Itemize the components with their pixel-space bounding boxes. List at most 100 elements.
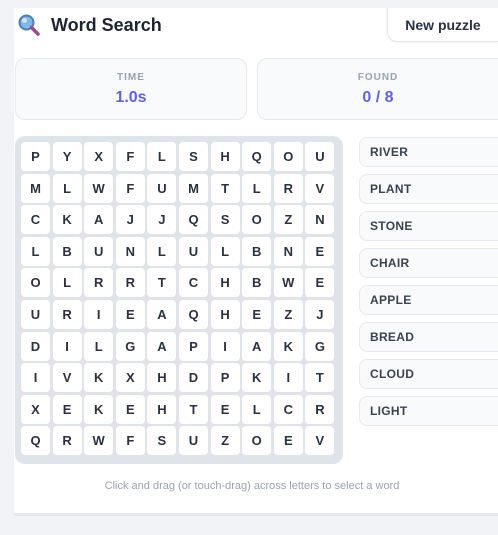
grid-cell[interactable]: V <box>52 363 82 393</box>
grid-cell[interactable]: A <box>242 331 272 361</box>
grid-cell[interactable]: O <box>21 268 50 298</box>
grid-cell[interactable]: K <box>52 205 82 235</box>
grid-cell[interactable]: B <box>242 236 272 266</box>
grid-cell[interactable]: R <box>52 426 82 456</box>
grid-cell[interactable]: H <box>210 300 240 329</box>
grid-cell[interactable]: R <box>273 173 303 203</box>
grid-cell[interactable]: U <box>179 236 208 266</box>
grid-cell[interactable]: I <box>84 300 114 329</box>
grid-cell[interactable]: W <box>84 173 114 203</box>
grid-cell[interactable]: E <box>52 394 82 424</box>
grid-cell[interactable]: L <box>21 236 50 266</box>
grid-cell[interactable]: O <box>242 426 272 456</box>
grid-cell[interactable]: Q <box>21 426 50 456</box>
grid-cell[interactable]: E <box>305 236 335 266</box>
grid-cell[interactable]: N <box>305 205 335 235</box>
grid-cell[interactable]: T <box>305 363 335 393</box>
grid-cell[interactable]: I <box>210 331 240 361</box>
grid-cell[interactable]: H <box>210 142 240 171</box>
grid-cell[interactable]: N <box>273 236 303 266</box>
grid-cell[interactable]: L <box>147 236 177 266</box>
grid-cell[interactable]: E <box>210 394 240 424</box>
grid-cell[interactable]: L <box>84 331 114 361</box>
grid-cell[interactable]: E <box>242 300 272 329</box>
grid-cell[interactable]: L <box>52 268 82 298</box>
grid-cell[interactable]: J <box>147 205 177 235</box>
grid-cell[interactable]: M <box>179 173 208 203</box>
grid-cell[interactable]: Z <box>210 426 240 456</box>
grid-cell[interactable]: B <box>242 268 272 298</box>
grid-cell[interactable]: J <box>115 205 145 235</box>
grid-cell[interactable]: B <box>52 236 82 266</box>
grid-cell[interactable]: L <box>210 236 240 266</box>
grid-cell[interactable]: F <box>115 426 145 456</box>
grid-cell[interactable]: V <box>305 426 335 456</box>
grid-cell[interactable]: L <box>242 394 272 424</box>
grid-cell[interactable]: A <box>147 331 177 361</box>
grid-cell[interactable]: Q <box>179 300 208 329</box>
grid-cell[interactable]: U <box>305 142 335 171</box>
grid-cell[interactable]: T <box>179 394 208 424</box>
grid-cell[interactable]: E <box>273 426 303 456</box>
letter-grid[interactable]: PYXFLSHQOUMLWFUMTLRVCKAJJQSOZNLBUNLULBNE… <box>15 136 343 464</box>
grid-cell[interactable]: M <box>21 173 50 203</box>
grid-cell[interactable]: I <box>273 363 303 393</box>
grid-cell[interactable]: V <box>305 173 335 203</box>
grid-cell[interactable]: X <box>115 363 145 393</box>
grid-cell[interactable]: C <box>179 268 208 298</box>
new-puzzle-button[interactable]: New puzzle <box>387 8 498 42</box>
grid-cell[interactable]: K <box>84 363 114 393</box>
grid-cell[interactable]: P <box>179 331 208 361</box>
grid-cell[interactable]: Z <box>273 300 303 329</box>
grid-cell[interactable]: R <box>84 268 114 298</box>
grid-cell[interactable]: G <box>115 331 145 361</box>
grid-cell[interactable]: T <box>147 268 177 298</box>
grid-cell[interactable]: I <box>21 363 50 393</box>
grid-cell[interactable]: S <box>210 205 240 235</box>
grid-cell[interactable]: F <box>115 142 145 171</box>
grid-cell[interactable]: S <box>147 426 177 456</box>
grid-cell[interactable]: A <box>147 300 177 329</box>
grid-cell[interactable]: L <box>52 173 82 203</box>
grid-cell[interactable]: O <box>242 205 272 235</box>
grid-cell[interactable]: Q <box>242 142 272 171</box>
grid-cell[interactable]: T <box>210 173 240 203</box>
grid-cell[interactable]: F <box>115 173 145 203</box>
grid-cell[interactable]: E <box>115 300 145 329</box>
grid-cell[interactable]: U <box>147 173 177 203</box>
grid-cell[interactable]: E <box>115 394 145 424</box>
grid-cell[interactable]: L <box>242 173 272 203</box>
grid-cell[interactable]: R <box>52 300 82 329</box>
grid-cell[interactable]: J <box>305 300 335 329</box>
grid-cell[interactable]: W <box>273 268 303 298</box>
grid-cell[interactable]: E <box>305 268 335 298</box>
grid-cell[interactable]: Q <box>179 205 208 235</box>
grid-cell[interactable]: P <box>210 363 240 393</box>
grid-cell[interactable]: H <box>210 268 240 298</box>
grid-cell[interactable]: U <box>179 426 208 456</box>
grid-cell[interactable]: K <box>273 331 303 361</box>
grid-cell[interactable]: U <box>84 236 114 266</box>
grid-cell[interactable]: A <box>84 205 114 235</box>
grid-cell[interactable]: P <box>21 142 50 171</box>
grid-cell[interactable]: H <box>147 394 177 424</box>
grid-cell[interactable]: D <box>21 331 50 361</box>
grid-cell[interactable]: R <box>115 268 145 298</box>
grid-cell[interactable]: U <box>21 300 50 329</box>
grid-cell[interactable]: L <box>147 142 177 171</box>
grid-cell[interactable]: K <box>84 394 114 424</box>
grid-cell[interactable]: G <box>305 331 335 361</box>
grid-cell[interactable]: C <box>273 394 303 424</box>
grid-cell[interactable]: O <box>273 142 303 171</box>
grid-cell[interactable]: R <box>305 394 335 424</box>
grid-cell[interactable]: N <box>115 236 145 266</box>
grid-cell[interactable]: Y <box>52 142 82 171</box>
grid-cell[interactable]: K <box>242 363 272 393</box>
grid-cell[interactable]: H <box>147 363 177 393</box>
grid-cell[interactable]: Z <box>273 205 303 235</box>
grid-cell[interactable]: D <box>179 363 208 393</box>
grid-cell[interactable]: S <box>179 142 208 171</box>
grid-cell[interactable]: X <box>84 142 114 171</box>
grid-cell[interactable]: W <box>84 426 114 456</box>
grid-cell[interactable]: I <box>52 331 82 361</box>
